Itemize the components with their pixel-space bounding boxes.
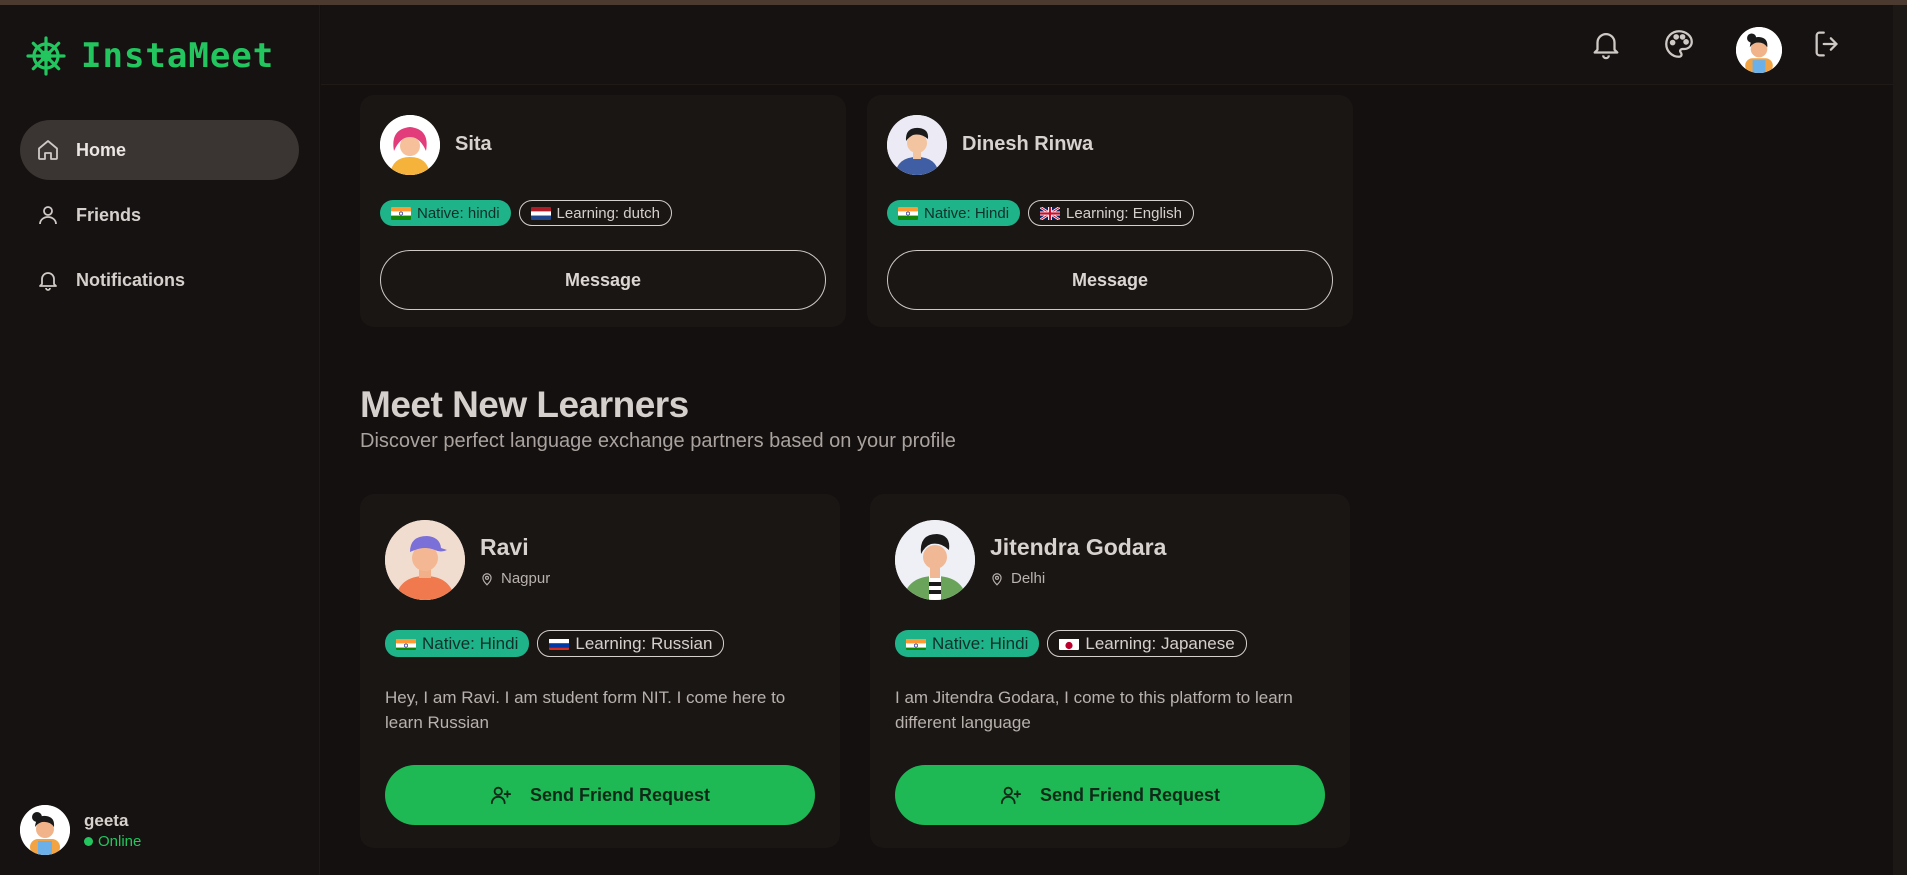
- native-language-badge: Native: hindi: [380, 200, 511, 226]
- online-dot-icon: [84, 836, 93, 846]
- learning-language-label: Learning: English: [1066, 204, 1182, 222]
- learning-language-badge: Learning: English: [1028, 200, 1194, 226]
- avatar[interactable]: [1736, 27, 1782, 73]
- avatar: [20, 805, 70, 855]
- current-user[interactable]: geeta Online: [20, 805, 141, 855]
- sidebar-item-label: Home: [76, 139, 127, 160]
- learner-name: Ravi: [480, 534, 529, 560]
- message-button[interactable]: Message: [380, 250, 826, 310]
- send-friend-request-button[interactable]: Send Friend Request: [385, 765, 815, 825]
- send-friend-request-button[interactable]: Send Friend Request: [895, 765, 1325, 825]
- app-name: InstaMeet: [81, 36, 275, 76]
- friend-name: Sita: [455, 133, 492, 155]
- native-language-badge: Native: Hindi: [887, 200, 1021, 226]
- ship-wheel-icon: [26, 36, 66, 76]
- status-badge: Online: [84, 833, 141, 850]
- learning-language-badge: Learning: Japanese: [1047, 630, 1247, 657]
- language-badges: Native: Hindi Learning: Russian: [385, 630, 725, 657]
- language-badges: Native: hindi Learning: dutch: [380, 200, 672, 226]
- native-language-badge: Native: Hindi: [895, 630, 1040, 657]
- learning-language-label: Learning: Japanese: [1085, 633, 1235, 653]
- india-flag-icon: [898, 206, 918, 220]
- native-language-label: Native: Hindi: [932, 633, 1029, 653]
- top-navbar: [321, 5, 1893, 85]
- home-icon: [38, 140, 58, 160]
- map-pin-icon: [992, 572, 1002, 586]
- learning-language-label: Learning: dutch: [556, 204, 660, 222]
- app-logo[interactable]: InstaMeet: [25, 35, 274, 77]
- sidebar-item-home[interactable]: Home: [20, 120, 299, 180]
- sidebar-item-label: Notifications: [76, 269, 186, 290]
- japan-flag-icon: [1059, 637, 1080, 650]
- avatar: [385, 520, 465, 600]
- message-button[interactable]: Message: [887, 250, 1333, 310]
- uk-flag-icon: [1040, 206, 1061, 220]
- status-text: Online: [98, 832, 142, 850]
- location-text: Delhi: [1011, 570, 1046, 587]
- logout-icon[interactable]: [1811, 27, 1845, 61]
- bell-icon[interactable]: [1589, 27, 1623, 61]
- india-flag-icon: [906, 637, 926, 650]
- section-subtitle: Discover perfect language exchange partn…: [360, 430, 956, 452]
- section-title: Meet New Learners: [360, 384, 689, 425]
- user-plus-icon: [1000, 786, 1022, 805]
- avatar: [380, 115, 440, 175]
- location: Nagpur: [480, 570, 550, 587]
- location: Delhi: [990, 570, 1045, 587]
- send-friend-request-label: Send Friend Request: [529, 784, 711, 805]
- friend-card: Dinesh Rinwa Native: Hindi Learning: Eng…: [867, 95, 1353, 327]
- learner-name: Jitendra Godara: [990, 534, 1167, 560]
- scrollbar-track[interactable]: [1893, 5, 1907, 875]
- sidebar-item-label: Friends: [76, 204, 142, 225]
- avatar: [895, 520, 975, 600]
- location-text: Nagpur: [501, 570, 551, 587]
- learner-card: Jitendra Godara Delhi Native: Hindi Lear…: [870, 494, 1350, 848]
- learning-language-badge: Learning: Russian: [537, 630, 725, 657]
- india-flag-icon: [391, 206, 411, 220]
- language-badges: Native: Hindi Learning: Japanese: [895, 630, 1247, 657]
- native-language-label: Native: hindi: [417, 204, 500, 222]
- user-plus-icon: [490, 786, 512, 805]
- friend-card: Sita Native: hindi Learning: dutch Messa…: [360, 95, 846, 327]
- india-flag-icon: [396, 637, 416, 650]
- send-friend-request-label: Send Friend Request: [1039, 784, 1221, 805]
- sidebar: InstaMeet Home Friends Notifications gee…: [0, 5, 320, 875]
- bell-icon: [39, 272, 57, 291]
- language-badges: Native: Hindi Learning: English: [887, 200, 1194, 226]
- learning-language-label: Learning: Russian: [575, 633, 713, 653]
- friend-name: Dinesh Rinwa: [962, 133, 1094, 155]
- palette-icon[interactable]: [1662, 27, 1696, 61]
- learner-bio: Hey, I am Ravi. I am student form NIT. I…: [385, 688, 786, 732]
- sidebar-nav: Home Friends Notifications: [20, 120, 299, 315]
- user-name: geeta: [84, 810, 129, 830]
- sidebar-item-notifications[interactable]: Notifications: [20, 250, 299, 310]
- native-language-label: Native: Hindi: [422, 633, 519, 653]
- map-pin-icon: [482, 572, 492, 586]
- learner-bio: I am Jitendra Godara, I come to this pla…: [895, 688, 1293, 732]
- netherlands-flag-icon: [530, 206, 551, 220]
- user-icon: [39, 206, 57, 225]
- learner-card: Ravi Nagpur Native: Hindi Learning: Russ…: [360, 494, 840, 848]
- native-language-badge: Native: Hindi: [385, 630, 530, 657]
- russia-flag-icon: [549, 637, 570, 650]
- sidebar-item-friends[interactable]: Friends: [20, 185, 299, 245]
- avatar: [887, 115, 947, 175]
- learning-language-badge: Learning: dutch: [518, 200, 672, 226]
- native-language-label: Native: Hindi: [924, 204, 1010, 222]
